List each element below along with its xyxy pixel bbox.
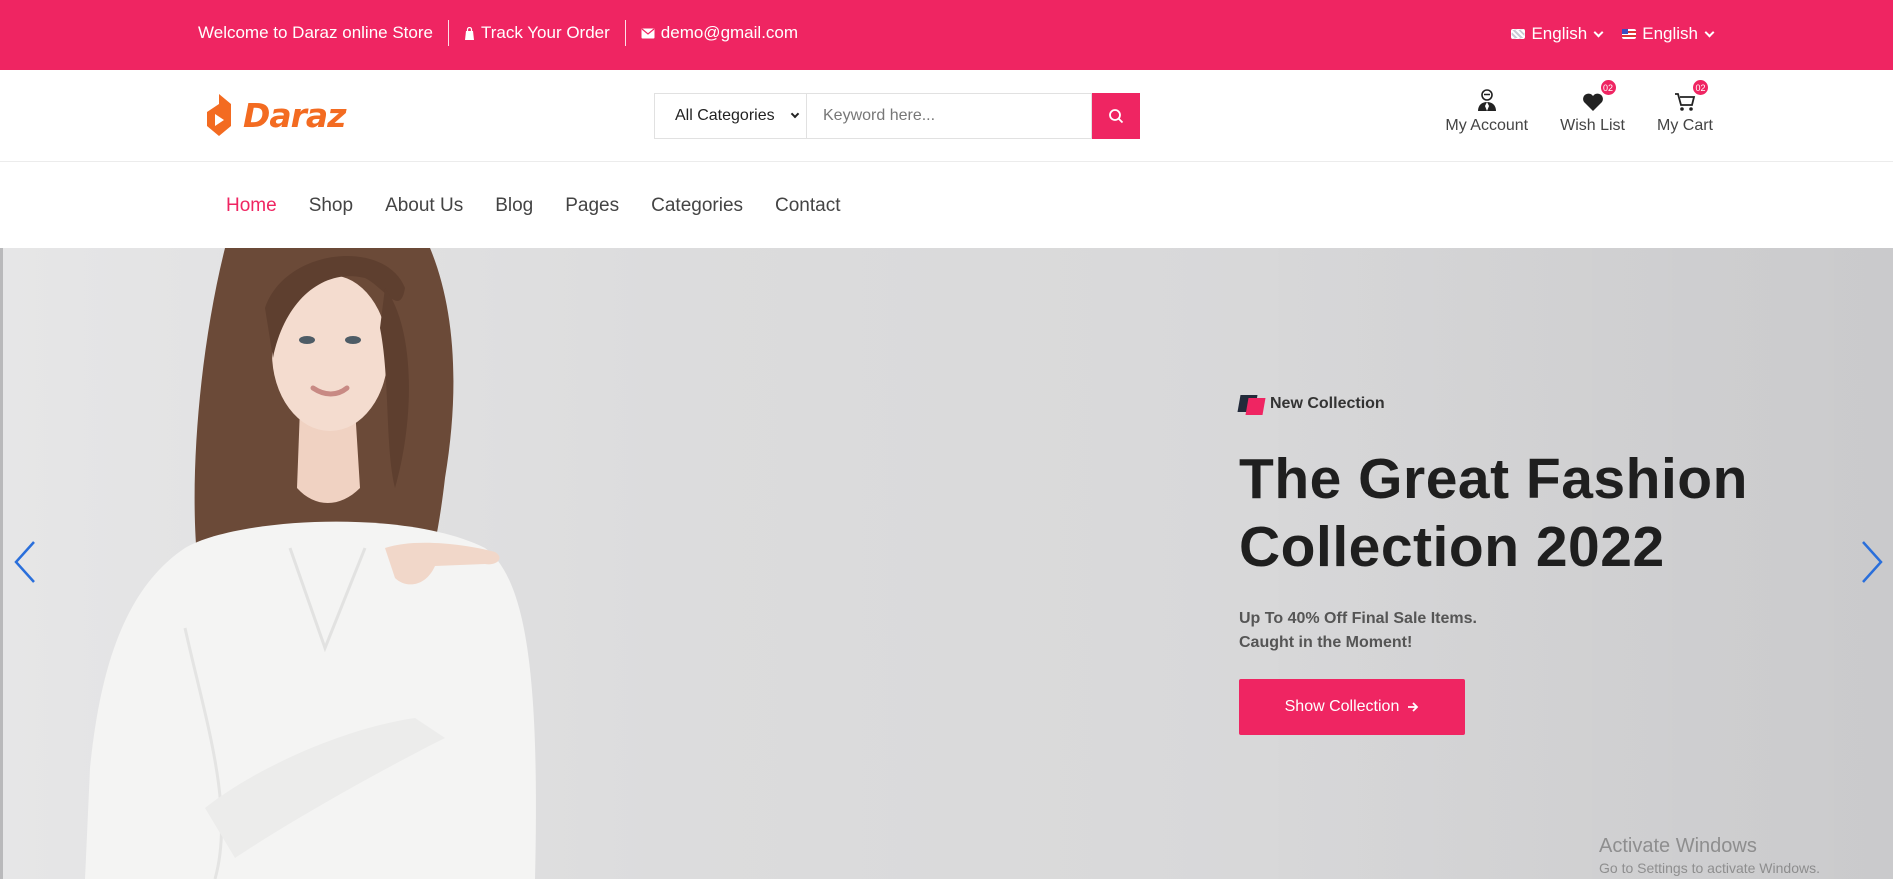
chevron-down-icon (790, 109, 800, 119)
arrow-right-icon (1408, 702, 1419, 712)
language-dropdown-1[interactable]: English (1511, 24, 1604, 44)
category-select-value: All Categories (675, 107, 775, 124)
language-selectors: English English (1511, 24, 1715, 44)
header-actions: My Account 02 Wish List 02 My Cart (1445, 78, 1713, 135)
chevron-down-icon (1704, 27, 1715, 37)
watermark-title: Activate Windows (1599, 835, 1757, 857)
watermark-subtitle: Go to Settings to activate Windows. (1599, 860, 1820, 876)
nav-item-categories[interactable]: Categories (651, 195, 743, 217)
nav-item-pages[interactable]: Pages (565, 195, 619, 217)
logo[interactable]: Daraz (205, 92, 346, 138)
flag-uk-icon (1511, 29, 1526, 39)
nav-item-contact[interactable]: Contact (775, 195, 840, 217)
collection-tag: New Collection (1237, 393, 1799, 415)
search-icon (1109, 109, 1124, 124)
user-icon (1477, 89, 1496, 111)
hero-model-image (85, 248, 536, 879)
hero-title-line-1: The Great Fashion (1239, 447, 1748, 511)
divider (447, 20, 449, 46)
nav-item-blog[interactable]: Blog (495, 195, 533, 217)
track-order-label: Track Your Order (480, 23, 610, 42)
hero-title-line-2: Collection 2022 (1239, 515, 1665, 579)
search-button[interactable] (1092, 93, 1140, 139)
welcome-text: Welcome to Daraz online Store (198, 23, 433, 42)
wishlist-count-badge: 02 (1598, 78, 1618, 97)
track-order-link[interactable]: Track Your Order (464, 20, 610, 46)
hero-subtitle: Up To 40% Off Final Sale Items. Caught i… (1239, 607, 1799, 655)
hero-title: The Great Fashion Collection 2022 (1239, 445, 1799, 581)
wish-list-label: Wish List (1560, 117, 1625, 134)
store-icon (464, 26, 474, 40)
search-input[interactable] (806, 93, 1092, 139)
logo-text: Daraz (243, 95, 346, 135)
wish-list-button[interactable]: 02 Wish List (1560, 78, 1625, 135)
divider (624, 20, 626, 46)
nav-item-shop[interactable]: Shop (309, 195, 353, 217)
main-header: Daraz All Categories My Account 02 Wish … (0, 70, 1893, 162)
show-collection-label: Show Collection (1284, 698, 1400, 715)
windows-activation-watermark: Activate Windows Go to Settings to activ… (1599, 835, 1820, 876)
my-cart-button[interactable]: 02 My Cart (1657, 78, 1713, 135)
mail-icon (641, 28, 655, 38)
heart-icon (1582, 93, 1603, 111)
flag-us-icon (1622, 29, 1637, 39)
hero-content: New Collection The Great Fashion Collect… (1237, 393, 1799, 735)
my-account-label: My Account (1445, 117, 1529, 134)
chevron-down-icon (1593, 27, 1604, 37)
nav-item-about-us[interactable]: About Us (385, 195, 463, 217)
hero-slider: New Collection The Great Fashion Collect… (0, 248, 1893, 879)
my-account-button[interactable]: My Account (1445, 84, 1528, 135)
language-label: English (1531, 24, 1588, 43)
tag-icon (1237, 393, 1266, 415)
cart-count-badge: 02 (1691, 78, 1710, 97)
chevron-right-icon[interactable] (1857, 538, 1887, 586)
top-bar: Welcome to Daraz online Store Track Your… (0, 0, 1893, 70)
email-label: demo@gmail.com (660, 23, 799, 42)
email-link[interactable]: demo@gmail.com (641, 20, 798, 46)
category-select[interactable]: All Categories (654, 93, 806, 139)
search-bar: All Categories (654, 93, 1140, 139)
logo-mark-icon (207, 94, 231, 136)
my-cart-label: My Cart (1657, 117, 1713, 134)
nav-item-home[interactable]: Home (226, 195, 277, 217)
language-dropdown-2[interactable]: English (1622, 24, 1715, 44)
collection-tag-label: New Collection (1270, 395, 1385, 412)
hero-subtitle-line-2: Caught in the Moment! (1239, 634, 1413, 651)
nav-list: Home Shop About Us Blog Pages Categories… (226, 195, 841, 217)
show-collection-button[interactable]: Show Collection (1239, 679, 1465, 735)
chevron-left-icon[interactable] (10, 538, 40, 586)
language-label: English (1642, 24, 1698, 43)
hero-subtitle-line-1: Up To 40% Off Final Sale Items. (1239, 610, 1477, 627)
main-nav: Home Shop About Us Blog Pages Categories… (0, 162, 1893, 248)
cart-icon (1675, 93, 1696, 111)
top-bar-left: Welcome to Daraz online Store Track Your… (198, 20, 798, 46)
